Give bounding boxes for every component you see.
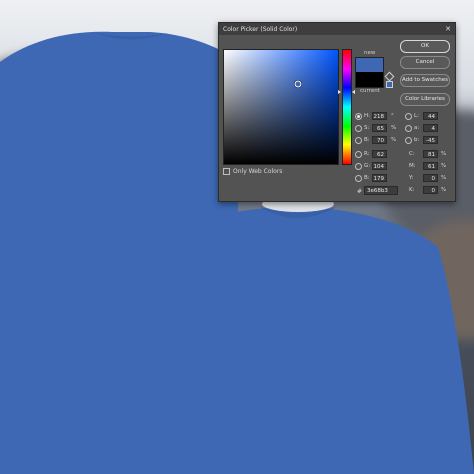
green-input[interactable]: 104 [372,162,387,170]
color-cursor[interactable] [294,80,302,88]
current-color-swatch[interactable] [355,72,384,88]
hue-label: H: [364,113,370,119]
add-to-swatches-button[interactable]: Add to Swatches [400,74,450,87]
black-label: K: [409,187,415,193]
hue-input[interactable]: 218 [372,112,387,120]
current-color-label: current [360,88,380,94]
saturation-radio[interactable] [355,125,362,132]
cyan-unit: % [441,151,447,157]
red-radio[interactable] [355,151,362,158]
black-unit: % [441,187,447,193]
only-web-colors-label: Only Web Colors [233,168,283,175]
sweater-front-right [120,196,474,474]
color-picker-dialog: Color Picker (Solid Color) ✕ new current… [218,22,456,202]
web-safe-icon[interactable] [386,81,393,88]
brightness-radio[interactable] [355,137,362,144]
lab-b-input[interactable]: -45 [423,136,438,144]
lab-l-radio[interactable] [405,113,412,120]
blue-label: B: [364,175,370,181]
color-libraries-button[interactable]: Color Libraries [400,93,450,106]
close-icon[interactable]: ✕ [445,25,451,33]
hue-marker-right[interactable] [352,90,355,94]
hue-slider[interactable] [342,49,352,165]
brightness-label: B: [364,137,370,143]
saturation-input[interactable]: 65 [372,124,387,132]
brightness-unit: % [391,137,397,143]
cyan-input[interactable]: 81 [423,150,438,158]
saturation-label: S: [364,125,370,131]
lab-b-label: b: [414,137,420,143]
red-input[interactable]: 62 [372,150,387,158]
hue-unit: ° [391,113,394,119]
yellow-label: Y: [409,175,414,181]
magenta-unit: % [441,163,447,169]
hue-radio[interactable] [355,113,362,120]
gamut-warning-icon[interactable] [384,71,395,82]
lab-b-radio[interactable] [405,137,412,144]
green-label: G: [364,163,371,169]
saturation-unit: % [391,125,397,131]
hue-marker-left[interactable] [338,90,341,94]
cancel-button[interactable]: Cancel [400,56,450,69]
lab-l-label: L: [414,113,419,119]
black-input[interactable]: 0 [423,186,438,194]
ok-button[interactable]: OK [400,40,450,53]
brightness-input[interactable]: 70 [372,136,387,144]
hex-prefix-label: # [357,188,363,195]
new-color-label: new [364,50,376,56]
dialog-title: Color Picker (Solid Color) [223,26,298,33]
dialog-titlebar[interactable]: Color Picker (Solid Color) ✕ [219,23,455,35]
blue-radio[interactable] [355,175,362,182]
saturation-brightness-field[interactable] [223,49,339,165]
cyan-label: C: [409,151,415,157]
red-label: R: [364,151,370,157]
lab-a-input[interactable]: 4 [423,124,438,132]
green-radio[interactable] [355,163,362,170]
hex-input[interactable]: 3e68b3 [364,186,398,195]
new-color-swatch [355,57,384,73]
yellow-unit: % [441,175,447,181]
lab-a-label: a: [414,125,420,131]
blue-input[interactable]: 179 [372,174,387,182]
only-web-colors-checkbox[interactable] [223,168,230,175]
yellow-input[interactable]: 0 [423,174,438,182]
magenta-input[interactable]: 61 [423,162,438,170]
lab-a-radio[interactable] [405,125,412,132]
magenta-label: M: [409,163,416,169]
lab-l-input[interactable]: 44 [423,112,438,120]
